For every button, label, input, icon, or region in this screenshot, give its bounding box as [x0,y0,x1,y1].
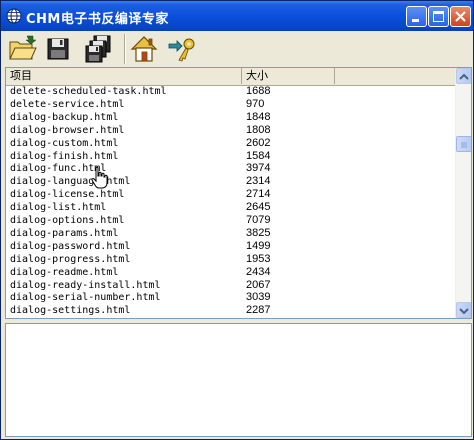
file-size: 1808 [246,123,271,136]
file-name: dialog-options.html [10,215,125,226]
file-name: dialog-finish.html [10,150,119,162]
minimize-button[interactable] [406,6,427,27]
list-item[interactable]: dialog-serial-number.html 3039 [6,291,455,304]
save-button[interactable] [43,34,73,64]
preview-pane[interactable] [5,323,472,437]
key-icon [168,38,195,62]
file-size: 2067 [246,278,271,291]
list-item[interactable]: dialog-readme.html 2434 [6,266,455,279]
list-item[interactable]: dialog-custom.html 2602 [6,137,455,150]
list-item[interactable]: dialog-options.html 7079 [6,214,455,227]
chevron-down-icon [459,308,469,315]
home-button[interactable] [129,34,159,64]
file-name: delete-service.html [10,98,125,110]
column-header-size[interactable]: 大小 [242,68,335,84]
list-item[interactable]: dialog-browser.html 1808 [6,124,455,137]
home-icon [130,36,158,62]
hand-cursor-icon [91,166,108,189]
file-name: delete-scheduled-task.html [10,86,167,97]
toolbar-separator [124,34,126,64]
file-list[interactable]: 项目 大小 delete-scheduled-task.html 1688 dele… [5,67,472,319]
file-size: 1584 [246,149,271,162]
main-window: CHM电子书反编译专家 项目 大小 delete-scheduled-task.… [0,0,474,440]
file-size: 1953 [246,252,271,265]
list-item[interactable]: dialog-progress.html 1953 [6,253,455,266]
list-item[interactable]: delete-scheduled-task.html 1688 [6,85,455,98]
list-item[interactable]: dialog-language.html 2314 [6,175,455,188]
list-item[interactable]: dialog-license.html 2714 [6,188,455,201]
close-button[interactable] [450,6,471,27]
file-name: dialog-readme.html [10,266,119,278]
file-size: 2645 [246,201,271,214]
save-all-button[interactable] [83,34,113,64]
folder-open-icon [9,35,37,60]
file-name: dialog-license.html [10,189,125,201]
file-name: dialog-ready-install.html [10,279,161,291]
list-rows: delete-scheduled-task.html 1688 delete-ser… [6,85,455,318]
file-size: 1688 [246,85,271,97]
file-name: dialog-progress.html [10,253,131,265]
list-item[interactable]: dialog-func.html 3974 [6,162,455,175]
file-size: 1499 [246,239,271,252]
open-button[interactable] [7,34,37,64]
file-size: 970 [246,97,265,110]
scroll-thumb[interactable] [456,136,471,152]
list-item[interactable]: dialog-params.html 3825 [6,227,455,240]
grip-icon [461,142,467,148]
minimize-icon [412,19,419,22]
file-name: dialog-params.html [10,227,119,239]
file-name: dialog-browser.html [10,124,125,136]
column-header-empty [335,68,455,84]
file-name: dialog-language.html [10,176,131,188]
file-size: 2434 [246,265,271,278]
file-size: 2314 [246,175,271,188]
file-name: dialog-list.html [10,202,107,214]
exit-button[interactable] [167,34,197,64]
list-header: 项目 大小 [6,68,455,86]
maximize-button[interactable] [428,6,449,27]
file-name: dialog-backup.html [10,111,119,123]
list-item[interactable]: dialog-password.html 1499 [6,240,455,253]
list-item[interactable]: dialog-finish.html 1584 [6,150,455,163]
list-item[interactable]: dialog-list.html 2645 [6,201,455,214]
file-size: 2714 [246,188,271,201]
list-item[interactable]: dialog-backup.html 1848 [6,111,455,124]
maximize-icon [433,11,444,22]
scroll-down-button[interactable] [456,302,471,318]
list-item[interactable]: dialog-settings.html 2287 [6,304,455,317]
file-name: dialog-serial-number.html [10,292,161,304]
scroll-up-button[interactable] [456,68,471,84]
file-name: dialog-settings.html [10,305,131,317]
list-item[interactable]: dialog-ready-install.html 2067 [6,279,455,292]
file-size: 3039 [246,291,271,304]
globe-icon [6,8,22,24]
list-item[interactable]: delete-service.html 970 [6,98,455,111]
title-bar[interactable]: CHM电子书反编译专家 [1,1,473,31]
file-size: 3825 [246,226,271,239]
file-size: 2602 [246,136,271,149]
floppy-disk-icon [47,38,69,60]
file-size: 2287 [246,304,271,317]
chevron-up-icon [459,73,469,80]
toolbar [1,31,473,67]
file-name: dialog-custom.html [10,137,119,149]
file-size: 3974 [246,162,271,175]
close-icon [455,11,466,22]
file-name: dialog-password.html [10,240,131,252]
vertical-scrollbar[interactable] [455,68,471,318]
column-header-name[interactable]: 项目 [6,68,242,84]
file-size: 7079 [246,214,271,226]
file-size: 1848 [246,110,271,123]
multiple-disks-icon [85,35,111,63]
window-title: CHM电子书反编译专家 [26,12,169,27]
